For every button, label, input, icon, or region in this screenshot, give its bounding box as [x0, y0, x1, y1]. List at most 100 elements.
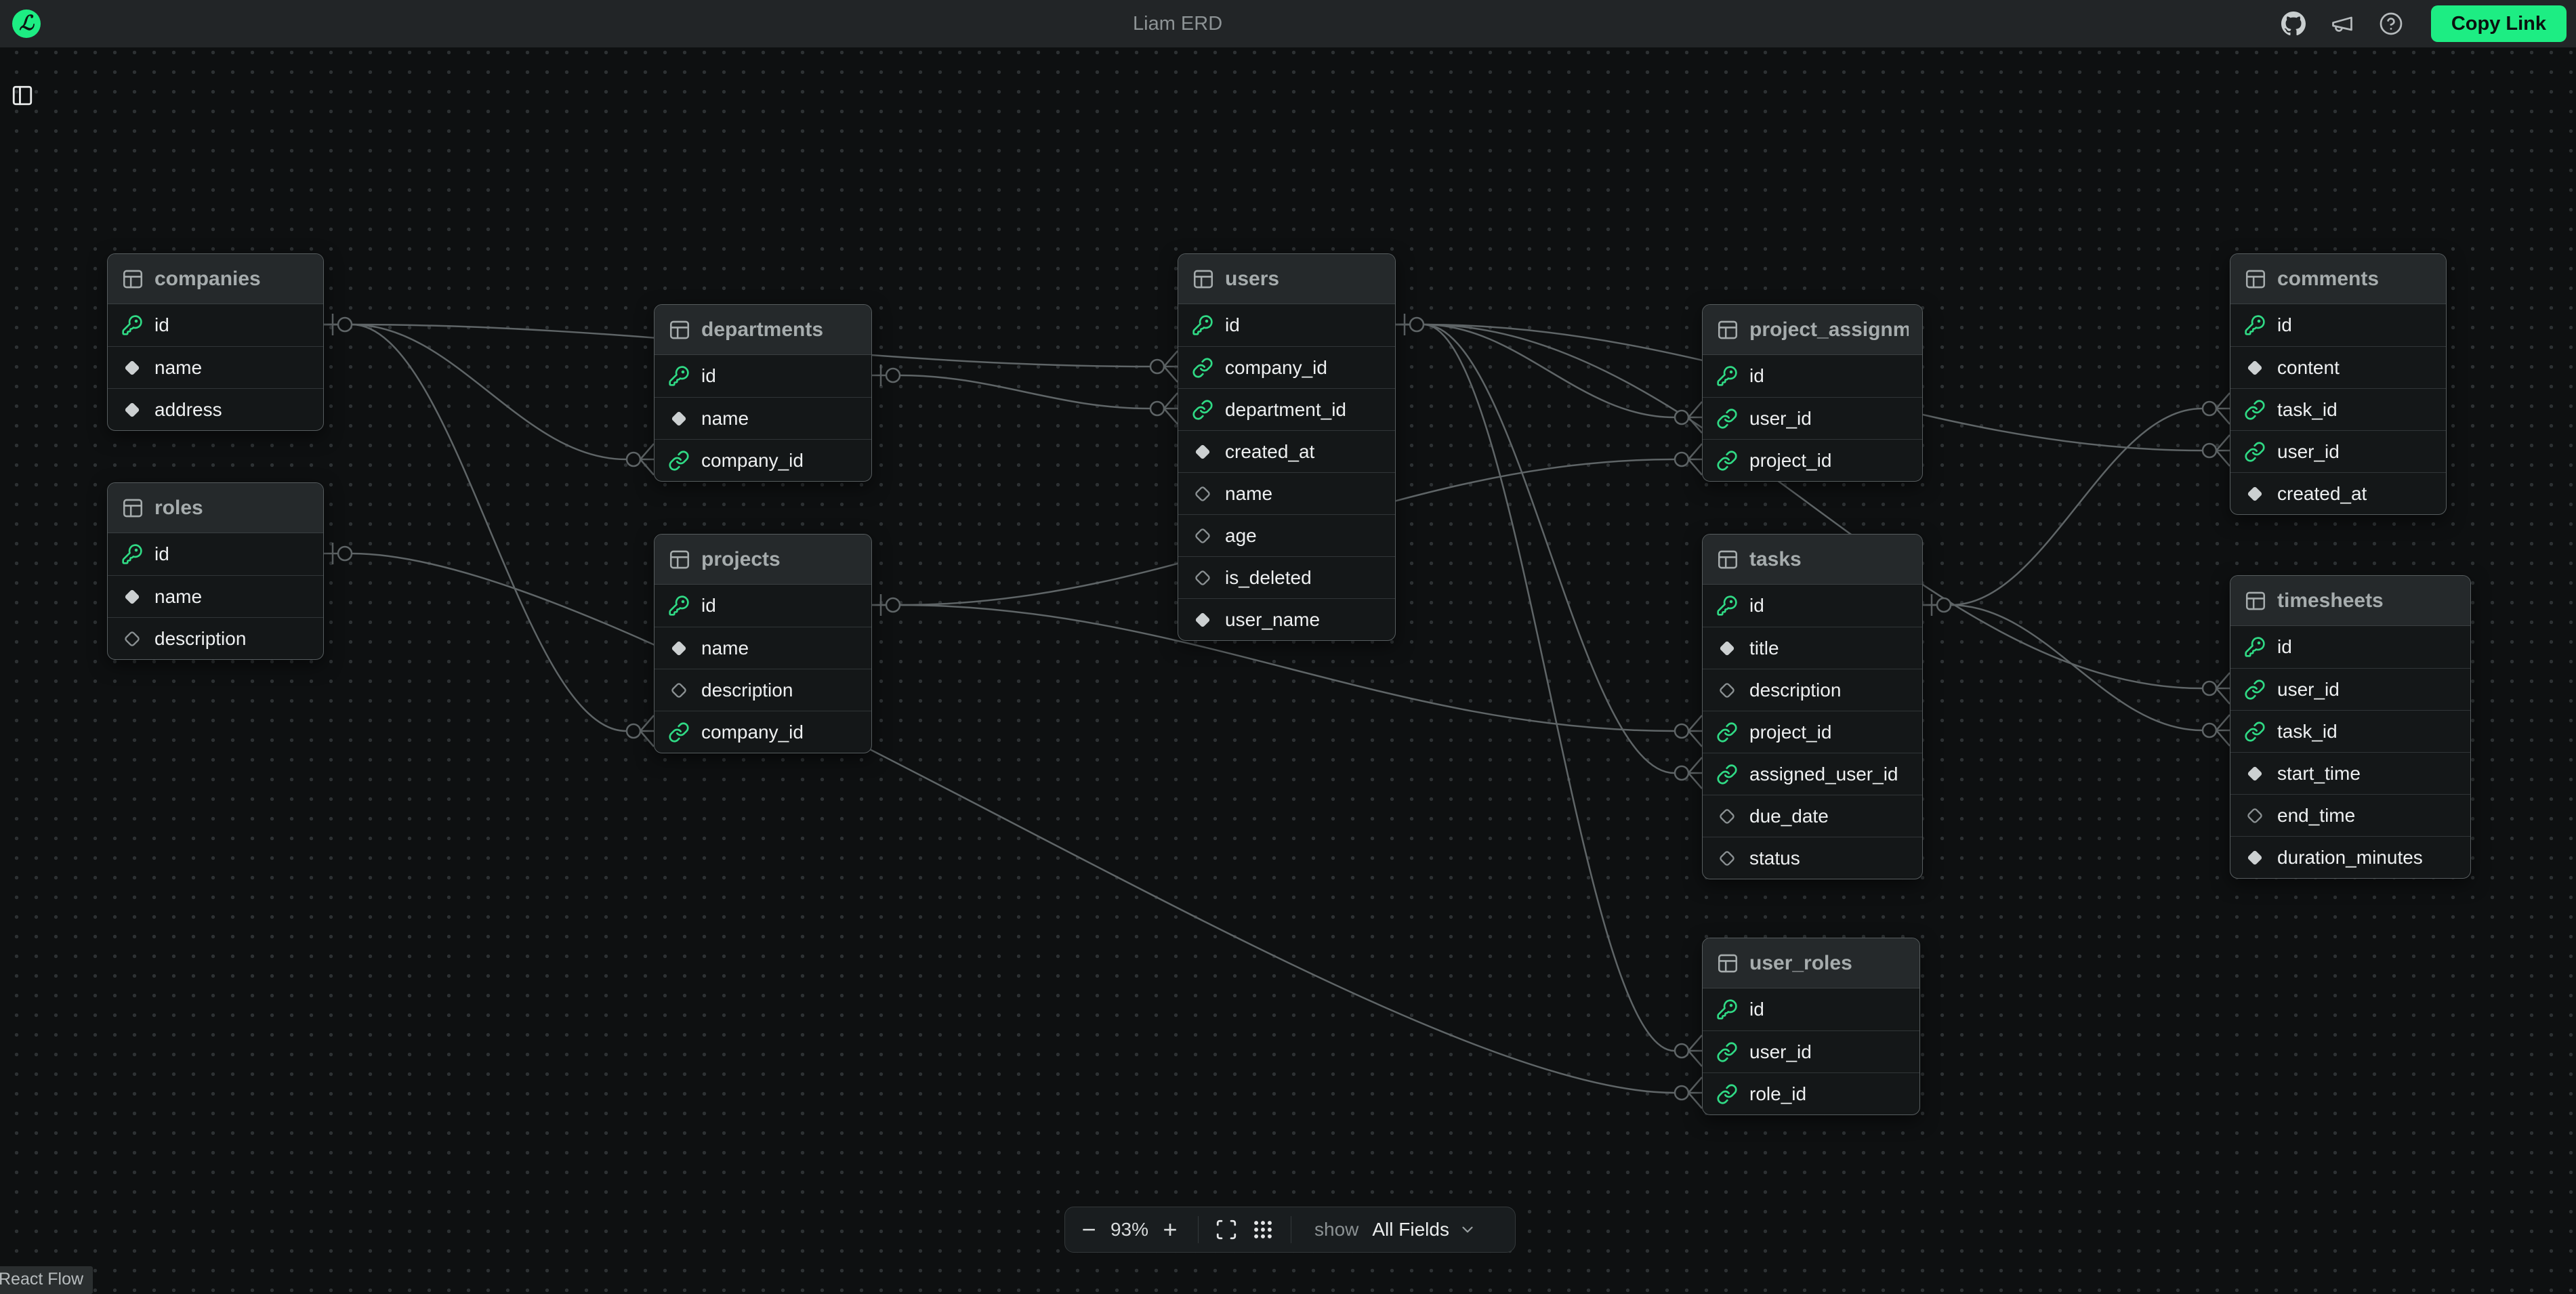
zoom-toolbar: − 93% + show All Fields	[1064, 1207, 1516, 1253]
fields-filter-select[interactable]: All Fields	[1363, 1211, 1486, 1248]
primary-key-icon	[121, 314, 143, 336]
notnull-diamond-icon	[121, 399, 143, 421]
column-row-users-created_at: created_at	[1178, 430, 1395, 472]
cardinality-many-crowfoot-project_assignments.user_id	[1688, 402, 1702, 433]
zoom-in-button[interactable]: +	[1152, 1211, 1188, 1248]
primary-key-icon	[121, 543, 143, 565]
nullable-diamond-icon	[1716, 806, 1738, 827]
table-node-project_assignments[interactable]: project_assignme…iduser_idproject_id	[1702, 304, 1923, 482]
column-name-label: user_id	[1749, 408, 1812, 430]
notnull-diamond-icon	[121, 586, 143, 608]
column-name-label: title	[1749, 638, 1779, 659]
foreign-key-link-icon	[2244, 721, 2266, 743]
cardinality-many-crowfoot-comments.user_id	[2216, 435, 2230, 466]
table-node-roles[interactable]: rolesidnamedescription	[107, 482, 324, 660]
foreign-key-link-icon	[1716, 408, 1738, 430]
column-row-departments-id: id	[655, 355, 871, 397]
column-name-label: name	[154, 586, 202, 608]
column-name-label: user_id	[2277, 441, 2340, 463]
table-name-label: comments	[2277, 268, 2379, 291]
megaphone-icon[interactable]	[2329, 11, 2355, 37]
cardinality-many-circle-users.department_id	[1150, 402, 1164, 415]
cardinality-many-circle-comments.task_id	[2203, 402, 2216, 415]
zoom-out-button[interactable]: −	[1071, 1211, 1107, 1248]
column-name-label: id	[2277, 314, 2292, 336]
column-name-label: id	[1749, 595, 1764, 617]
table-header[interactable]: comments	[2230, 254, 2446, 304]
table-header[interactable]: departments	[655, 305, 871, 355]
table-node-comments[interactable]: commentsidcontenttask_iduser_idcreated_a…	[2230, 253, 2447, 515]
foreign-key-link-icon	[1716, 450, 1738, 472]
fit-view-icon[interactable]	[1208, 1211, 1245, 1248]
table-node-departments[interactable]: departmentsidnamecompany_id	[654, 304, 872, 482]
github-icon[interactable]	[2281, 11, 2306, 37]
table-node-companies[interactable]: companiesidnameaddress	[107, 253, 324, 431]
table-header[interactable]: projects	[655, 535, 871, 585]
relationship-edge-users.id-to-tasks.assigned_user_id	[1396, 325, 1674, 773]
column-name-label: task_id	[2277, 721, 2338, 743]
column-row-timesheets-duration_minutes: duration_minutes	[2230, 836, 2470, 878]
column-row-tasks-description: description	[1703, 669, 1922, 711]
column-name-label: name	[701, 408, 749, 430]
liam-logo-icon[interactable]: ℒ	[12, 9, 41, 38]
table-header[interactable]: user_roles	[1703, 938, 1919, 988]
column-name-label: id	[1225, 314, 1240, 336]
table-node-timesheets[interactable]: timesheetsiduser_idtask_idstart_timeend_…	[2230, 575, 2471, 879]
table-icon	[2244, 268, 2267, 291]
table-header[interactable]: project_assignme…	[1703, 305, 1922, 355]
column-name-label: user_name	[1225, 609, 1320, 631]
notnull-diamond-icon	[2244, 847, 2266, 869]
table-header[interactable]: timesheets	[2230, 576, 2470, 626]
notnull-diamond-icon	[1192, 441, 1213, 463]
cardinality-many-crowfoot-user_roles.user_id	[1688, 1035, 1702, 1066]
table-name-label: departments	[701, 318, 823, 341]
help-icon[interactable]	[2378, 11, 2404, 37]
table-name-label: users	[1225, 268, 1279, 291]
relationship-edge-users.id-to-project_assignments.user_id	[1396, 325, 1674, 417]
panel-left-toggle-icon[interactable]	[9, 83, 35, 108]
primary-key-icon	[668, 595, 690, 617]
table-name-label: user_roles	[1749, 952, 1852, 975]
cardinality-one-circle-tasks.id	[1937, 598, 1951, 612]
foreign-key-link-icon	[1716, 1083, 1738, 1105]
foreign-key-link-icon	[1192, 357, 1213, 379]
notnull-diamond-icon	[668, 638, 690, 659]
column-row-timesheets-user_id: user_id	[2230, 668, 2470, 710]
tidy-up-icon[interactable]	[1245, 1211, 1281, 1248]
column-row-comments-content: content	[2230, 346, 2446, 388]
cardinality-one-circle-users.id	[1410, 318, 1424, 331]
column-row-project_assignments-id: id	[1703, 355, 1922, 397]
column-row-timesheets-start_time: start_time	[2230, 752, 2470, 794]
column-name-label: id	[701, 595, 716, 617]
foreign-key-link-icon	[668, 450, 690, 472]
notnull-diamond-icon	[1192, 609, 1213, 631]
table-node-user_roles[interactable]: user_rolesiduser_idrole_id	[1702, 938, 1920, 1115]
cardinality-many-crowfoot-departments.company_id	[640, 444, 654, 475]
column-row-users-is_deleted: is_deleted	[1178, 556, 1395, 598]
table-node-tasks[interactable]: tasksidtitledescriptionproject_idassigne…	[1702, 534, 1923, 879]
column-name-label: id	[1749, 365, 1764, 387]
cardinality-one-circle-roles.id	[338, 547, 352, 560]
table-header[interactable]: companies	[108, 254, 323, 304]
notnull-diamond-icon	[2244, 763, 2266, 785]
table-node-users[interactable]: usersidcompany_iddepartment_idcreated_at…	[1178, 253, 1396, 641]
app-header: ℒ Liam ERD Copy Link	[0, 0, 2576, 47]
relationship-edge-roles.id-to-user_roles.role_id	[324, 554, 1674, 1093]
column-name-label: role_id	[1749, 1083, 1806, 1105]
nullable-diamond-icon	[1716, 848, 1738, 869]
cardinality-many-circle-tasks.assigned_user_id	[1675, 766, 1688, 780]
table-icon	[1716, 548, 1739, 571]
copy-link-button[interactable]: Copy Link	[2431, 5, 2567, 42]
column-name-label: user_id	[1749, 1041, 1812, 1063]
table-node-projects[interactable]: projectsidnamedescriptioncompany_id	[654, 534, 872, 753]
column-name-label: description	[701, 680, 793, 701]
table-header[interactable]: users	[1178, 254, 1395, 304]
foreign-key-link-icon	[668, 722, 690, 743]
column-row-users-department_id: department_id	[1178, 388, 1395, 430]
foreign-key-link-icon	[2244, 399, 2266, 421]
table-header[interactable]: roles	[108, 483, 323, 533]
table-header[interactable]: tasks	[1703, 535, 1922, 585]
cardinality-many-crowfoot-tasks.assigned_user_id	[1688, 757, 1702, 789]
react-flow-attribution[interactable]: React Flow	[0, 1266, 93, 1294]
relationship-edge-tasks.id-to-timesheets.task_id	[1923, 605, 2202, 730]
